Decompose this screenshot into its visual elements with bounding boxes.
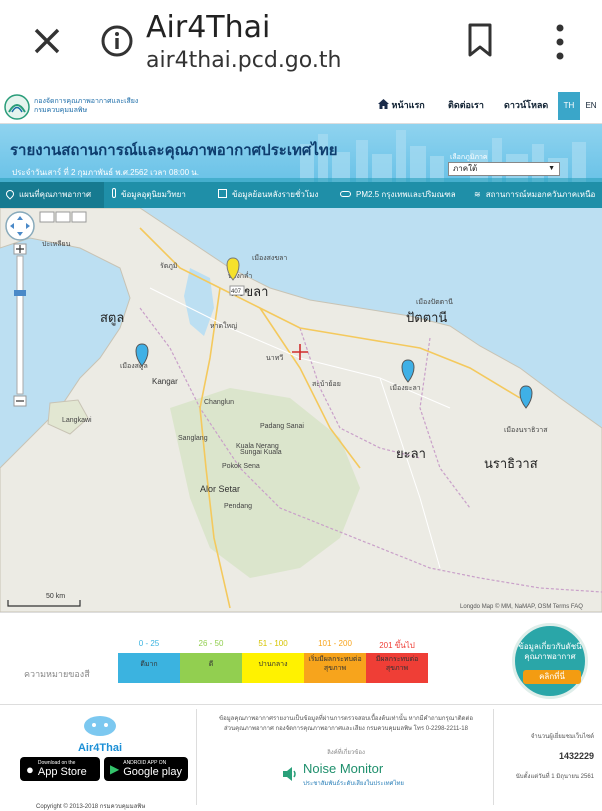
place-label: เมืองสงขลา xyxy=(252,254,287,262)
visitor-counter: จำนวนผู้เยี่ยมชมเว็บไซต์ 1432229 นับตั้ง… xyxy=(515,734,594,780)
aqi-info-badge[interactable]: ข้อมูลเกี่ยวกับดัชนีคุณภาพอากาศ คลิกที่น… xyxy=(512,623,588,699)
place-label: ปัตตานี xyxy=(406,310,447,325)
lang-en-button[interactable]: EN xyxy=(580,92,602,120)
place-label: Langkawi xyxy=(62,417,92,424)
map-attribution: Longdo Map © MM, NaMAP, OSM Terms FAQ xyxy=(460,603,583,610)
save-icon xyxy=(218,189,227,198)
place-label: Padang Sanai xyxy=(260,423,304,430)
contact-info: ข้อมูลคุณภาพอากาศรายงานเป็นข้อมูลที่ผ่าน… xyxy=(218,716,473,722)
department-name: กองจัดการคุณภาพอากาศและเสียง กรมควบคุมมล… xyxy=(34,98,139,114)
page-title: Air4Thai xyxy=(146,10,271,45)
nav-home[interactable]: หน้าแรก xyxy=(378,98,425,112)
level-range: 101 - 200 xyxy=(318,639,352,648)
road-shield-label: 407 xyxy=(231,289,242,295)
place-label: ยะลา xyxy=(396,446,426,461)
related-links-label: ลิงค์ที่เกี่ยวข้อง xyxy=(327,750,365,756)
bookmark-icon[interactable] xyxy=(466,22,494,58)
place-label: Sungai Kuala xyxy=(240,449,282,456)
google-play-button[interactable]: ▶ ANDROID APP ON Google play xyxy=(104,757,188,781)
aqi-legend: ความหมายของสี 0 - 25 26 - 50 51 - 100 10… xyxy=(0,612,602,704)
air4thai-logo: Air4Thai xyxy=(70,711,130,754)
place-label: Pokok Sena xyxy=(222,463,260,470)
map-pin-icon xyxy=(4,188,16,200)
tab-north-haze[interactable]: ≋ สถานการณ์หมอกควันภาคเหนือ xyxy=(474,182,602,208)
copyright: Copyright © 2013-2018 กรมควบคุมมลพิษ xyxy=(36,804,146,810)
report-date: ประจำวันเสาร์ ที่ 2 กุมภาพันธ์ พ.ศ.2562 … xyxy=(12,168,199,177)
place-label: ปะเหลียน xyxy=(42,240,71,248)
level-range: 201 ขึ้นไป xyxy=(379,641,415,650)
wind-icon: ≋ xyxy=(474,190,481,199)
region-select[interactable]: ภาคใต้ ▼ xyxy=(448,162,560,176)
noise-monitor-link[interactable]: Noise Monitor ประชาสัมพันธ์ระดับเสียงในป… xyxy=(281,761,421,791)
browser-app-bar: Air4Thai air4thai.pcd.go.th xyxy=(0,0,602,86)
tab-history[interactable]: ข้อมูลย้อนหลังรายชั่วโมง xyxy=(218,182,328,208)
dropdown-arrow-icon: ▼ xyxy=(548,165,555,172)
place-label: เมืองนราธิวาส xyxy=(504,426,548,434)
thermometer-icon xyxy=(112,188,116,198)
page-url[interactable]: air4thai.pcd.go.th xyxy=(146,48,341,73)
click-here-button[interactable]: คลิกที่นี่ xyxy=(523,670,581,684)
place-label: หาดใหญ่ xyxy=(210,321,237,330)
place-label: เมืองปัตตานี xyxy=(416,298,453,306)
banner-title: รายงานสถานการณ์และคุณภาพอากาศประเทศไทย xyxy=(10,142,338,159)
map-canvas[interactable]: สงขลา สตูล ปัตตานี ยะลา นราธิวาส ปะเหลีย… xyxy=(0,208,602,612)
pcd-logo xyxy=(4,94,30,120)
tab-weather[interactable]: ข้อมูลอุตุนิยมวิทยา xyxy=(112,182,204,208)
info-icon[interactable] xyxy=(100,24,134,58)
contact-info: ส่วนคุณภาพอากาศ กองจัดการคุณภาพอากาศและเ… xyxy=(224,726,468,732)
level-unhealthy: มีผลกระทบต่อสุขภาพ xyxy=(366,653,428,683)
place-label: สตูล xyxy=(100,310,124,326)
web-page: กองจัดการคุณภาพอากาศและเสียง กรมควบคุมมล… xyxy=(0,88,602,810)
place-label: รัตภูมิ xyxy=(160,262,178,270)
nav-download[interactable]: ดาวน์โหลด xyxy=(504,98,548,112)
map-tool-button[interactable] xyxy=(55,211,71,223)
aqi-map[interactable]: สงขลา สตูล ปัตตานี ยะลา นราธิวาส ปะเหลีย… xyxy=(0,208,602,612)
app-store-button[interactable]: ● Download on the App Store xyxy=(20,757,100,781)
level-range: 0 - 25 xyxy=(138,639,160,648)
level-unhealthy-sensitive: เริ่มมีผลกระทบต่อสุขภาพ xyxy=(304,653,366,683)
level-very-good: ดีมาก xyxy=(118,653,180,683)
pan-control[interactable] xyxy=(5,211,35,241)
close-icon[interactable] xyxy=(30,24,64,58)
speaker-icon xyxy=(283,767,296,781)
tab-aqi-map[interactable]: แผนที่คุณภาพอากาศ xyxy=(0,182,104,208)
place-label: Alor Setar xyxy=(200,484,240,494)
apple-icon: ● xyxy=(26,761,34,777)
svg-text:50 km: 50 km xyxy=(46,593,65,600)
level-good: ดี xyxy=(180,653,242,683)
more-options-icon[interactable] xyxy=(552,22,568,62)
level-moderate: ปานกลาง xyxy=(242,653,304,683)
cloud-mascot-icon xyxy=(84,716,116,736)
nav-contact[interactable]: ติดต่อเรา xyxy=(448,98,484,112)
place-label: Pendang xyxy=(224,503,252,510)
play-icon: ▶ xyxy=(110,762,120,776)
aqi-info-text: ข้อมูลเกี่ยวกับดัชนีคุณภาพอากาศ xyxy=(518,642,582,661)
tab-pm25[interactable]: PM2.5 กรุงเทพและปริมณฑล xyxy=(340,182,458,208)
tab-bar: แผนที่คุณภาพอากาศ ข้อมูลอุตุนิยมวิทยา ข้… xyxy=(0,182,602,208)
place-label: นาทวี xyxy=(266,354,283,362)
place-label: สะบ้าย้อย xyxy=(312,380,341,388)
cloud-icon xyxy=(340,191,351,197)
place-label: Sanglang xyxy=(178,435,208,442)
home-icon xyxy=(378,99,389,109)
place-label: Kangar xyxy=(152,377,178,386)
level-range: 51 - 100 xyxy=(258,639,288,648)
place-label: Changlun xyxy=(204,399,234,406)
site-header: กองจัดการคุณภาพอากาศและเสียง กรมควบคุมมล… xyxy=(0,88,602,124)
place-label: เมืองยะลา xyxy=(390,384,421,392)
level-range: 26 - 50 xyxy=(198,639,224,648)
zoom-slider[interactable] xyxy=(13,243,27,407)
footer-info-box: ข้อมูลคุณภาพอากาศรายงานเป็นข้อมูลที่ผ่าน… xyxy=(196,709,494,805)
place-label: นราธิวาส xyxy=(484,456,538,471)
lang-th-button[interactable]: TH xyxy=(558,92,580,120)
map-tool-button[interactable] xyxy=(71,211,87,223)
map-tool-button[interactable] xyxy=(39,211,55,223)
legend-title: ความหมายของสี xyxy=(24,669,90,679)
